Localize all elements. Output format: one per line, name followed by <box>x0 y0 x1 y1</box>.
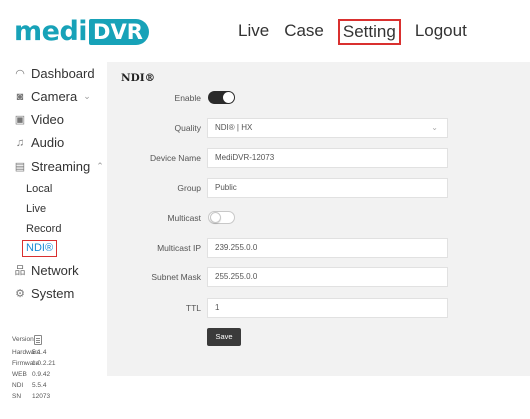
nav-setting[interactable]: Setting <box>337 19 401 45</box>
gauge-icon: ◠ <box>15 68 25 80</box>
ttl-label: TTL <box>185 303 201 313</box>
device-name-row: Device Name MediDVR-12073 <box>107 148 530 168</box>
sidebar-subitem-live[interactable]: Live <box>26 203 46 215</box>
ndi-settings-panel: NDI® Enable Quality NDI® | HX ⌄ Device N… <box>107 62 530 376</box>
version-row-sn: SN 12073 <box>12 393 92 403</box>
version-key: SN <box>12 393 22 400</box>
version-value: 1.0.2.21 <box>32 360 56 367</box>
device-name-label: Device Name <box>149 153 201 163</box>
logo-text-medi: medi <box>14 16 88 47</box>
nav-logout[interactable]: Logout <box>414 19 468 45</box>
sidebar-item-dashboard[interactable]: ◠ Dashboard <box>14 66 95 81</box>
sidebar-item-label: Network <box>31 262 79 278</box>
multicast-ip-label: Multicast IP <box>157 243 201 253</box>
gear-icon: ⚙ <box>15 288 25 300</box>
sidebar-item-label: Camera <box>31 89 78 104</box>
nav-live[interactable]: Live <box>237 19 270 45</box>
ttl-input[interactable]: 1 <box>207 298 448 318</box>
version-value: 5.5.4 <box>32 382 47 389</box>
camera-icon: ◙ <box>16 90 24 103</box>
version-value: 5.1.4 <box>32 349 47 356</box>
version-row-firmware: Firmware 1.0.2.21 <box>12 360 92 370</box>
toggle-knob <box>223 92 234 103</box>
video-icon: ▣ <box>14 114 26 126</box>
version-key: NDI <box>12 382 24 389</box>
logo-text-dvr: DVR <box>89 19 149 45</box>
medidvr-logo: medi DVR <box>14 16 149 48</box>
multicast-ip-input[interactable]: 239.255.0.0 <box>207 238 448 258</box>
chevron-down-icon: ⌄ <box>431 123 438 132</box>
sidebar-subitem-record[interactable]: Record <box>26 223 61 235</box>
multicast-ip-row: Multicast IP 239.255.0.0 <box>107 238 530 258</box>
enable-label: Enable <box>174 93 201 103</box>
version-value: 12073 <box>32 393 51 400</box>
enable-toggle[interactable] <box>208 91 235 104</box>
multicast-toggle[interactable] <box>208 211 235 224</box>
sidebar-subitem-local[interactable]: Local <box>26 183 52 195</box>
sidebar-item-label: Streaming <box>31 159 91 174</box>
nav-case[interactable]: Case <box>283 19 325 45</box>
sidebar-item-video[interactable]: ▣ Video <box>14 112 64 127</box>
sidebar-subitem-ndi[interactable]: NDI® <box>22 240 58 257</box>
network-icon: 品 <box>14 265 26 277</box>
chevron-up-icon: ⌃ <box>96 161 104 171</box>
sidebar-item-label: Video <box>31 112 65 127</box>
subnet-mask-row: Subnet Mask 255.255.0.0 <box>107 267 530 287</box>
version-key: WEB <box>12 371 27 378</box>
version-row-ndi: NDI 5.5.4 <box>12 382 92 392</box>
sidebar-item-system[interactable]: ⚙ System <box>14 286 74 301</box>
version-row: Version <box>12 335 92 346</box>
top-navigation: Live Case Setting Logout <box>237 19 481 45</box>
group-input[interactable]: Public <box>207 178 448 198</box>
version-label: Version <box>12 336 34 343</box>
quality-value: NDI® | HX <box>215 123 253 132</box>
enable-row: Enable <box>107 88 530 108</box>
sidebar-item-label: System <box>31 286 75 301</box>
multicast-label: Multicast <box>167 213 201 223</box>
sidebar-item-audio[interactable]: ♫ Audio <box>14 135 64 150</box>
version-row-web: WEB 0.9.42 <box>12 371 92 381</box>
sidebar-item-network[interactable]: 品 Network <box>14 262 79 278</box>
ttl-row: TTL 1 <box>107 298 530 318</box>
sidebar-item-label: Audio <box>31 135 65 150</box>
subnet-mask-label: Subnet Mask <box>151 272 201 282</box>
sidebar-item-label: Dashboard <box>31 66 95 81</box>
streaming-icon: ▤ <box>14 161 26 173</box>
version-row-hardware: Hardware 5.1.4 <box>12 349 92 359</box>
multicast-row: Multicast <box>107 208 530 228</box>
panel-title: NDI® <box>121 72 156 84</box>
group-row: Group Public <box>107 178 530 198</box>
toggle-knob <box>210 212 221 223</box>
subnet-mask-input[interactable]: 255.255.0.0 <box>207 267 448 287</box>
device-name-input[interactable]: MediDVR-12073 <box>207 148 448 168</box>
version-value: 0.9.42 <box>32 371 51 378</box>
audio-icon: ♫ <box>15 136 25 149</box>
quality-select[interactable]: NDI® | HX ⌄ <box>207 118 448 138</box>
document-icon[interactable] <box>34 335 42 345</box>
quality-label: Quality <box>174 123 201 133</box>
save-button[interactable]: Save <box>207 328 241 346</box>
sidebar-item-streaming[interactable]: ▤ Streaming ⌃ <box>14 159 104 174</box>
group-label: Group <box>177 183 201 193</box>
chevron-down-icon: ⌄ <box>83 91 91 101</box>
quality-row: Quality NDI® | HX ⌄ <box>107 118 530 138</box>
sidebar-item-camera[interactable]: ◙ Camera ⌄ <box>14 89 91 104</box>
